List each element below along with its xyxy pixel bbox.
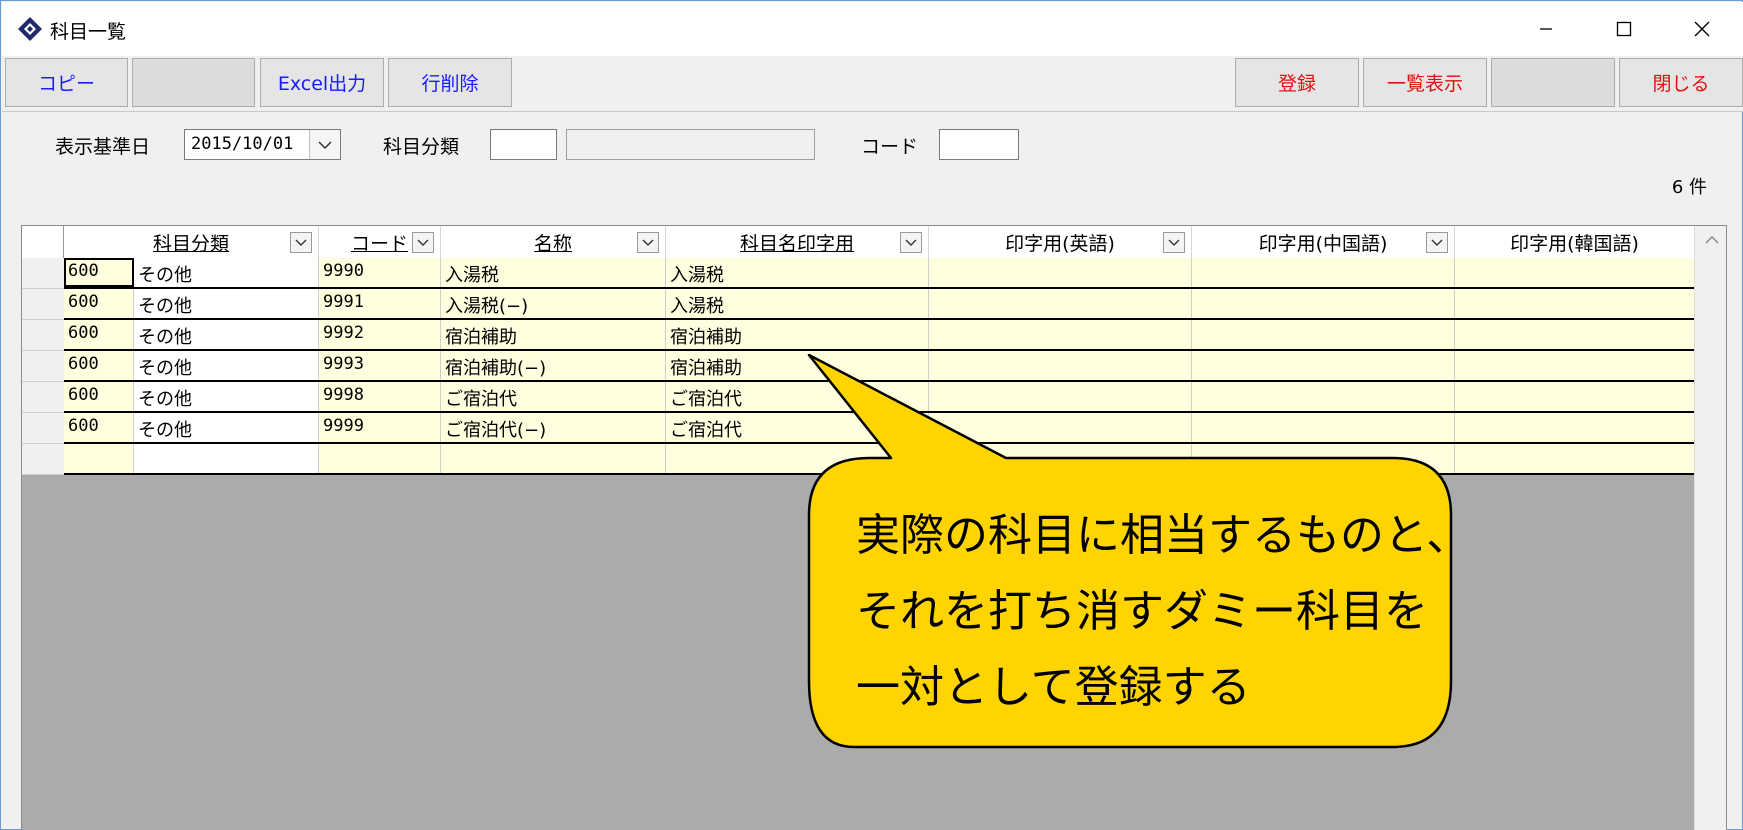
column-header-code[interactable]: コード [319, 226, 441, 258]
category-code-input[interactable] [490, 129, 557, 160]
grid-header: 科目分類 コード 名称 科目名印字用 印字用(英語) 印字用(中国語) 印字用(… [22, 226, 1694, 258]
table-row[interactable]: 600 その他 9991 入湯税(−) 入湯税 [64, 289, 1694, 320]
cell-code[interactable]: 9999 [319, 413, 441, 442]
cell-code[interactable] [319, 444, 441, 473]
minimize-button[interactable] [1522, 8, 1570, 50]
callout-line-1: 実際の科目に相当するものと、 [856, 510, 1471, 561]
row-header[interactable] [22, 351, 64, 382]
minimize-icon [1540, 28, 1552, 30]
window-title: 科目一覧 [50, 21, 127, 43]
cell-category-code[interactable]: 600 [64, 320, 134, 349]
empty-function-button-2[interactable] [1491, 58, 1615, 107]
row-header[interactable] [22, 258, 64, 289]
toolbar: コピー Excel出力 行削除 登録 一覧表示 閉じる [2, 56, 1743, 112]
category-name-field [566, 129, 815, 160]
cell-print-english[interactable] [929, 289, 1192, 318]
row-header[interactable] [22, 382, 64, 413]
cell-print-chinese[interactable] [1192, 258, 1455, 287]
filter-dropdown-icon[interactable] [900, 232, 922, 253]
table-row[interactable]: 600 その他 9990 入湯税 入湯税 [64, 258, 1694, 289]
excel-export-button[interactable]: Excel出力 [260, 58, 384, 107]
cell-category-name[interactable]: その他 [134, 320, 319, 349]
cell-category-name[interactable] [134, 444, 319, 473]
column-header-print-chinese[interactable]: 印字用(中国語) [1192, 226, 1455, 258]
cell-print-name[interactable]: 入湯税 [666, 258, 929, 287]
cell-code[interactable]: 9992 [319, 320, 441, 349]
cell-category-code[interactable]: 600 [64, 258, 134, 287]
close-icon [1694, 21, 1710, 37]
cell-category-name[interactable]: その他 [134, 413, 319, 442]
table-row[interactable]: 600 その他 9992 宿泊補助 宿泊補助 [64, 320, 1694, 351]
scroll-up-icon[interactable] [1695, 228, 1727, 254]
category-label: 科目分類 [383, 136, 460, 158]
column-header-print-english[interactable]: 印字用(英語) [929, 226, 1192, 258]
app-logo-icon [18, 17, 42, 41]
cell-category-code[interactable]: 600 [64, 351, 134, 380]
callout-text: 実際の科目に相当するものと、 それを打ち消すダミー科目を 一対として登録する [856, 498, 1496, 726]
maximize-button[interactable] [1600, 8, 1648, 50]
column-header-print-korean[interactable]: 印字用(韓国語) [1455, 226, 1694, 258]
cell-code[interactable]: 9990 [319, 258, 441, 287]
cell-print-english[interactable] [929, 320, 1192, 349]
cell-name[interactable]: ご宿泊代(−) [441, 413, 666, 442]
cell-name[interactable]: 宿泊補助 [441, 320, 666, 349]
copy-button[interactable]: コピー [5, 58, 128, 107]
filter-dropdown-icon[interactable] [290, 232, 312, 253]
date-dropdown-button[interactable] [309, 130, 340, 159]
cell-print-english[interactable] [929, 258, 1192, 287]
row-header[interactable] [22, 289, 64, 320]
cell-print-korean[interactable] [1455, 320, 1694, 349]
cell-category-name[interactable]: その他 [134, 382, 319, 411]
cell-code[interactable]: 9991 [319, 289, 441, 318]
close-button[interactable]: 閉じる [1619, 58, 1743, 107]
cell-code[interactable]: 9993 [319, 351, 441, 380]
row-header[interactable] [22, 320, 64, 351]
app-window: 科目一覧 コピー Excel出力 行削除 登録 一覧表示 閉じる 表示基準日 2… [0, 0, 1743, 830]
cell-print-korean[interactable] [1455, 258, 1694, 287]
row-header[interactable] [22, 413, 64, 444]
code-label: コード [861, 136, 919, 158]
column-header-name[interactable]: 名称 [441, 226, 666, 258]
empty-function-button[interactable] [132, 58, 255, 107]
cell-print-name[interactable]: 入湯税 [666, 289, 929, 318]
grid-corner [22, 226, 64, 258]
cell-name[interactable]: ご宿泊代 [441, 382, 666, 411]
maximize-icon [1616, 21, 1632, 37]
column-header-print-name[interactable]: 科目名印字用 [666, 226, 929, 258]
filter-dropdown-icon[interactable] [1163, 232, 1185, 253]
cell-name[interactable]: 入湯税(−) [441, 289, 666, 318]
filter-dropdown-icon[interactable] [1426, 232, 1448, 253]
cell-name[interactable] [441, 444, 666, 473]
title-bar: 科目一覧 [2, 2, 1743, 56]
close-window-button[interactable] [1678, 8, 1726, 50]
cell-print-korean[interactable] [1455, 289, 1694, 318]
cell-category-code[interactable]: 600 [64, 382, 134, 411]
record-count: 6 件 [1671, 177, 1707, 198]
cell-category-code[interactable]: 600 [64, 289, 134, 318]
register-button[interactable]: 登録 [1235, 58, 1359, 107]
vertical-scrollbar[interactable] [1694, 226, 1727, 830]
callout-line-2: それを打ち消すダミー科目を [856, 586, 1428, 637]
list-display-button[interactable]: 一覧表示 [1363, 58, 1487, 107]
date-label: 表示基準日 [55, 136, 151, 158]
column-header-category[interactable]: 科目分類 [64, 226, 319, 258]
callout-line-3: 一対として登録する [856, 662, 1251, 713]
row-header[interactable] [22, 444, 64, 475]
cell-print-chinese[interactable] [1192, 289, 1455, 318]
code-input[interactable] [939, 129, 1019, 160]
delete-row-button[interactable]: 行削除 [388, 58, 512, 107]
cell-name[interactable]: 宿泊補助(−) [441, 351, 666, 380]
cell-category-name[interactable]: その他 [134, 289, 319, 318]
cell-category-name[interactable]: その他 [134, 258, 319, 287]
cell-category-code[interactable]: 600 [64, 413, 134, 442]
cell-print-name[interactable]: 宿泊補助 [666, 320, 929, 349]
chevron-down-icon [318, 140, 332, 149]
cell-name[interactable]: 入湯税 [441, 258, 666, 287]
cell-category-name[interactable]: その他 [134, 351, 319, 380]
filter-dropdown-icon[interactable] [412, 232, 434, 253]
filter-dropdown-icon[interactable] [637, 232, 659, 253]
cell-category-code[interactable] [64, 444, 134, 473]
cell-code[interactable]: 9998 [319, 382, 441, 411]
cell-print-chinese[interactable] [1192, 320, 1455, 349]
